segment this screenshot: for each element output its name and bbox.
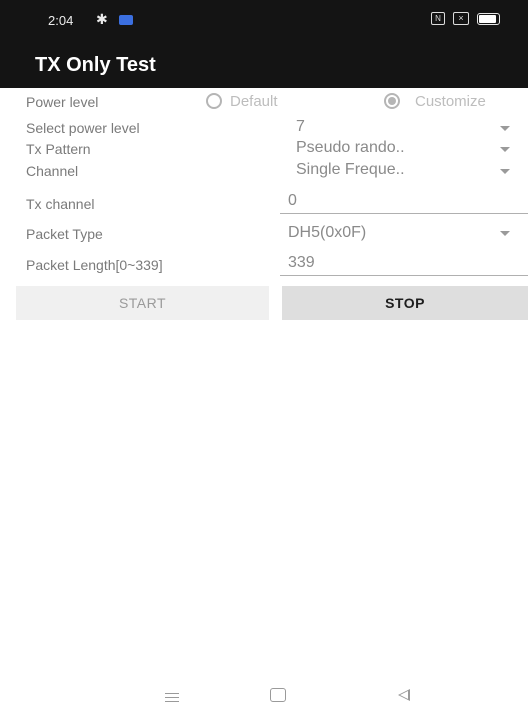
- channel-label: Channel: [26, 163, 79, 179]
- navigation-bar: [0, 684, 528, 711]
- packet-type-label: Packet Type: [26, 226, 103, 242]
- radio-default[interactable]: [206, 93, 222, 109]
- page-title: TX Only Test: [35, 54, 156, 76]
- nfc-icon: N: [431, 12, 445, 25]
- packet-type-dropdown-icon[interactable]: [500, 231, 510, 236]
- tx-channel-label: Tx channel: [26, 196, 95, 212]
- channel-value[interactable]: Single Freque..: [296, 161, 405, 179]
- tx-channel-underline: [280, 213, 528, 214]
- radio-default-label[interactable]: Default: [230, 93, 278, 110]
- back-icon[interactable]: [398, 689, 410, 701]
- menu-icon[interactable]: [165, 690, 179, 705]
- select-power-level-dropdown-icon[interactable]: [500, 126, 510, 131]
- radio-customize[interactable]: [384, 93, 400, 109]
- packet-length-input[interactable]: 339: [288, 254, 315, 272]
- status-bar: 2:04 ✱ N ×: [0, 0, 528, 42]
- select-power-level-label: Select power level: [26, 120, 140, 136]
- power-level-label: Power level: [26, 94, 99, 110]
- settings-gear-icon: ✱: [96, 11, 108, 27]
- home-icon[interactable]: [270, 688, 286, 702]
- notification-app-icon: [119, 15, 133, 25]
- app-bar: TX Only Test: [0, 42, 528, 88]
- battery-icon: [477, 12, 500, 25]
- tx-pattern-dropdown-icon[interactable]: [500, 147, 510, 152]
- channel-dropdown-icon[interactable]: [500, 169, 510, 174]
- packet-type-value[interactable]: DH5(0x0F): [288, 224, 366, 242]
- status-time: 2:04: [48, 13, 74, 28]
- select-power-level-value[interactable]: 7: [296, 118, 305, 136]
- no-sim-icon: ×: [453, 12, 469, 25]
- status-icons: N ×: [431, 12, 500, 25]
- stop-button[interactable]: STOP: [282, 286, 528, 320]
- tx-pattern-value[interactable]: Pseudo rando..: [296, 139, 405, 157]
- tx-channel-input[interactable]: 0: [288, 192, 297, 210]
- radio-customize-label[interactable]: Customize: [415, 93, 486, 110]
- packet-length-underline: [280, 275, 528, 276]
- tx-pattern-label: Tx Pattern: [26, 141, 91, 157]
- packet-length-label: Packet Length[0~339]: [26, 257, 163, 273]
- start-button[interactable]: START: [16, 286, 269, 320]
